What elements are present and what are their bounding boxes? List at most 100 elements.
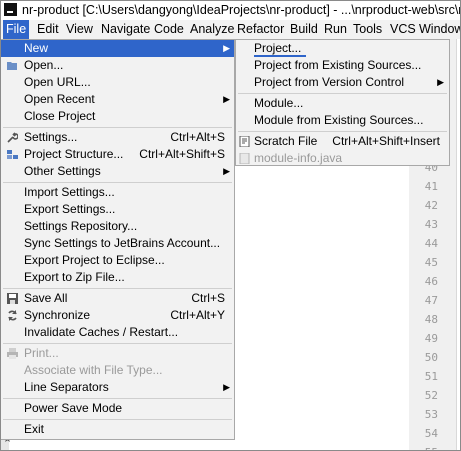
new-submenu: Project... Project from Existing Sources… bbox=[235, 39, 450, 166]
submenu-item-module-existing-sources[interactable]: Module from Existing Sources... bbox=[236, 112, 449, 129]
printer-icon bbox=[7, 348, 18, 359]
menu-refactor[interactable]: Refactor bbox=[237, 20, 284, 39]
line-number: 48 bbox=[424, 313, 438, 326]
menu-build[interactable]: Build bbox=[290, 20, 318, 39]
menu-item-label: Settings Repository... bbox=[24, 219, 138, 233]
menu-item-label: Project Structure... bbox=[24, 147, 124, 161]
sync-icon bbox=[8, 310, 17, 321]
menu-item-line-separators[interactable]: Line Separators ▶ bbox=[1, 379, 234, 396]
menu-item-label: Print... bbox=[24, 346, 59, 360]
menu-item-label: Sync Settings to JetBrains Account... bbox=[24, 236, 221, 250]
menu-item-import-settings[interactable]: Import Settings... bbox=[1, 184, 234, 201]
menu-item-settings[interactable]: Settings... Ctrl+Alt+S bbox=[1, 129, 234, 146]
menu-item-label: Exit bbox=[24, 422, 45, 436]
menu-tools[interactable]: Tools bbox=[353, 20, 382, 39]
submenu-item-label: module-info.java bbox=[254, 151, 343, 165]
menu-separator bbox=[3, 182, 232, 183]
submenu-arrow-icon: ▶ bbox=[223, 382, 230, 392]
line-number: 51 bbox=[424, 370, 438, 383]
submenu-item-scratch-file[interactable]: Scratch File Ctrl+Alt+Shift+Insert bbox=[236, 133, 449, 150]
menu-item-synchronize[interactable]: Synchronize Ctrl+Alt+Y bbox=[1, 307, 234, 324]
menu-item-export-zip[interactable]: Export to Zip File... bbox=[1, 269, 234, 286]
menu-navigate[interactable]: Navigate bbox=[101, 20, 150, 39]
menu-run[interactable]: Run bbox=[324, 20, 347, 39]
scratch-file-icon bbox=[239, 136, 250, 147]
menu-item-other-settings[interactable]: Other Settings ▶ bbox=[1, 163, 234, 180]
submenu-arrow-icon: ▶ bbox=[223, 166, 230, 176]
menu-item-exit[interactable]: Exit bbox=[1, 421, 234, 438]
submenu-item-label: Project from Existing Sources... bbox=[254, 58, 422, 72]
menu-analyze[interactable]: Analyze bbox=[190, 20, 234, 39]
submenu-item-label: Module from Existing Sources... bbox=[254, 113, 424, 127]
intellij-logo-icon bbox=[4, 3, 17, 16]
menu-separator bbox=[3, 288, 232, 289]
line-number: 49 bbox=[424, 332, 438, 345]
menu-code[interactable]: Code bbox=[154, 20, 184, 39]
file-menu-dropdown: New ▶ Open... Open URL... Open Recent ▶ … bbox=[1, 39, 235, 440]
menu-vcs[interactable]: VCS bbox=[390, 20, 416, 39]
menu-edit[interactable]: Edit bbox=[37, 20, 59, 39]
line-number: 41 bbox=[424, 180, 438, 193]
line-number: 42 bbox=[424, 199, 438, 212]
menu-window[interactable]: Window bbox=[419, 20, 460, 39]
menu-item-open[interactable]: Open... bbox=[1, 57, 234, 74]
menu-item-label: Settings... bbox=[24, 130, 78, 144]
menu-item-label: Open Recent bbox=[24, 92, 95, 106]
menu-item-settings-repository[interactable]: Settings Repository... bbox=[1, 218, 234, 235]
shortcut-text: Ctrl+Alt+Shift+S bbox=[139, 147, 225, 161]
menu-item-close-project[interactable]: Close Project bbox=[1, 108, 234, 125]
editor-scrollbar[interactable] bbox=[456, 39, 457, 450]
menu-item-export-eclipse[interactable]: Export Project to Eclipse... bbox=[1, 252, 234, 269]
folder-open-icon bbox=[7, 62, 17, 70]
line-number: 44 bbox=[424, 237, 438, 250]
submenu-item-project-existing-sources[interactable]: Project from Existing Sources... bbox=[236, 57, 449, 74]
menu-item-associate-file-type: Associate with File Type... bbox=[1, 362, 234, 379]
menu-item-invalidate-caches[interactable]: Invalidate Caches / Restart... bbox=[1, 324, 234, 341]
menu-item-open-recent[interactable]: Open Recent ▶ bbox=[1, 91, 234, 108]
line-number: 50 bbox=[424, 351, 438, 364]
menu-item-print: Print... bbox=[1, 345, 234, 362]
submenu-item-project-version-control[interactable]: Project from Version Control ▶ bbox=[236, 74, 449, 91]
menu-file[interactable]: File bbox=[3, 20, 30, 39]
window-title: nr-product [C:\Users\dangyong\IdeaProjec… bbox=[22, 3, 460, 17]
menu-item-label: Other Settings bbox=[24, 164, 101, 178]
line-number: 43 bbox=[424, 218, 438, 231]
shortcut-text: Ctrl+S bbox=[191, 291, 225, 305]
menu-item-project-structure[interactable]: Project Structure... Ctrl+Alt+Shift+S bbox=[1, 146, 234, 163]
submenu-item-label: Scratch File bbox=[254, 134, 318, 148]
submenu-item-project[interactable]: Project... bbox=[236, 40, 449, 57]
submenu-arrow-icon: ▶ bbox=[223, 94, 230, 104]
submenu-item-module-info: module-info.java bbox=[236, 150, 449, 167]
java-file-icon bbox=[239, 153, 250, 164]
menu-item-label: Save All bbox=[24, 291, 68, 305]
submenu-arrow-icon: ▶ bbox=[437, 77, 444, 87]
menu-item-label: Export Settings... bbox=[24, 202, 116, 216]
menu-item-label: Export Project to Eclipse... bbox=[24, 253, 165, 267]
menu-item-label: Invalidate Caches / Restart... bbox=[24, 325, 179, 339]
submenu-item-label: Module... bbox=[254, 96, 304, 110]
menu-item-label: Open URL... bbox=[24, 75, 91, 89]
menu-item-save-all[interactable]: Save All Ctrl+S bbox=[1, 290, 234, 307]
menu-item-open-url[interactable]: Open URL... bbox=[1, 74, 234, 91]
line-number: 45 bbox=[424, 256, 438, 269]
menu-separator bbox=[3, 127, 232, 128]
submenu-arrow-icon: ▶ bbox=[223, 43, 230, 53]
line-number: 47 bbox=[424, 294, 438, 307]
menu-item-sync-settings[interactable]: Sync Settings to JetBrains Account... bbox=[1, 235, 234, 252]
menu-item-new[interactable]: New ▶ bbox=[1, 40, 234, 57]
save-icon bbox=[7, 293, 18, 304]
menu-bar: File Edit View Navigate Code Analyze Ref… bbox=[1, 20, 460, 40]
line-number: 55 bbox=[412, 446, 438, 450]
submenu-item-module[interactable]: Module... bbox=[236, 95, 449, 112]
menu-view[interactable]: View bbox=[66, 20, 93, 39]
shortcut-text: Ctrl+Alt+Y bbox=[170, 308, 225, 322]
menu-item-power-save-mode[interactable]: Power Save Mode bbox=[1, 400, 234, 417]
line-number: 54 bbox=[424, 427, 438, 440]
menu-separator bbox=[3, 398, 232, 399]
wrench-icon bbox=[7, 132, 18, 143]
submenu-item-label: Project from Version Control bbox=[254, 75, 405, 89]
line-number: 53 bbox=[424, 408, 438, 421]
project-structure-icon bbox=[7, 150, 18, 159]
menu-item-export-settings[interactable]: Export Settings... bbox=[1, 201, 234, 218]
menu-item-label: Line Separators bbox=[24, 380, 109, 394]
